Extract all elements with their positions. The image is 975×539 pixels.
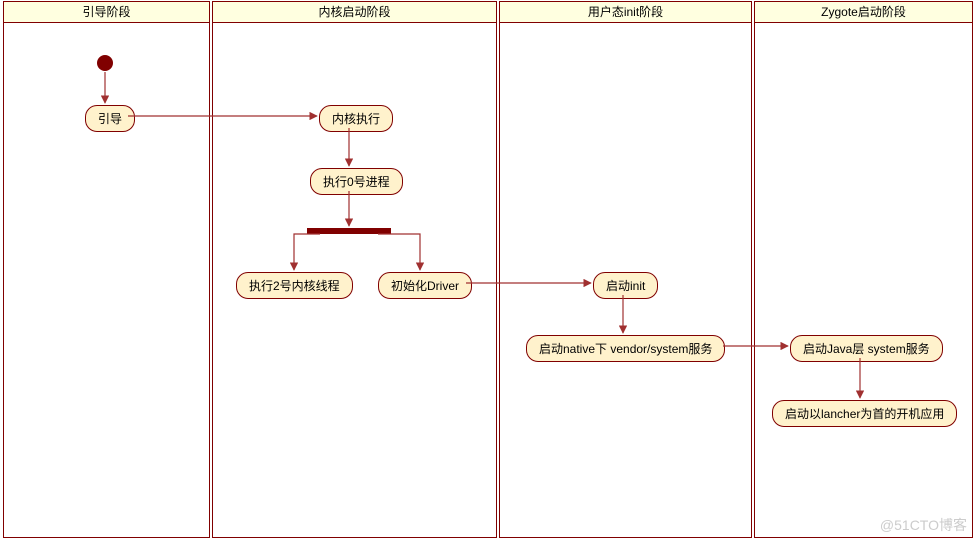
node-kernel-exec: 内核执行 [319, 105, 393, 132]
lane-init: 用户态init阶段 [499, 1, 752, 538]
watermark: @51CTO博客 [880, 515, 967, 535]
node-kthread2: 执行2号内核线程 [236, 272, 353, 299]
fork-bar [307, 228, 391, 234]
node-boot: 引导 [85, 105, 135, 132]
lane-header: 用户态init阶段 [500, 2, 751, 23]
lane-kernel: 内核启动阶段 [212, 1, 497, 538]
node-driver: 初始化Driver [378, 272, 472, 299]
node-java: 启动Java层 system服务 [790, 335, 943, 362]
node-init: 启动init [593, 272, 658, 299]
node-proc0: 执行0号进程 [310, 168, 403, 195]
diagram-canvas: 引导阶段 内核启动阶段 用户态init阶段 Zygote启动阶段 引导 内核执行… [0, 0, 975, 539]
lane-zygote: Zygote启动阶段 [754, 1, 973, 538]
lane-boot: 引导阶段 [3, 1, 210, 538]
node-launcher: 启动以lancher为首的开机应用 [772, 400, 957, 427]
node-native: 启动native下 vendor/system服务 [526, 335, 725, 362]
lane-header: 引导阶段 [4, 2, 209, 23]
lane-header: 内核启动阶段 [213, 2, 496, 23]
lane-header: Zygote启动阶段 [755, 2, 972, 23]
start-node-icon [97, 55, 113, 71]
